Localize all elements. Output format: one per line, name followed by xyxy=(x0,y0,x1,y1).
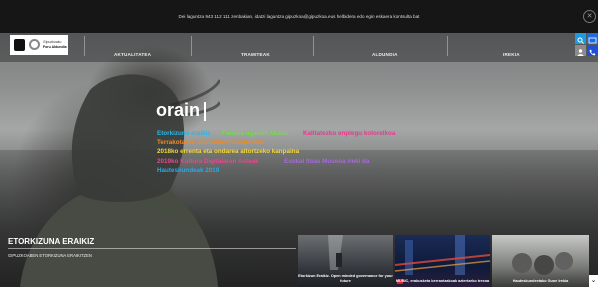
help-message: Dei laguntza 943 112 111 zenbakian, idat… xyxy=(178,14,420,19)
search-icon[interactable] xyxy=(575,33,586,44)
tagline-terrakota[interactable]: Terrakotazko soldaduen erakusketa xyxy=(157,139,264,146)
tagline-familia[interactable]: Familia ugarien Mulua xyxy=(222,130,288,137)
section-subtitle: GIPUZKOABEN ETORKIZUNA ERAIKITZEN xyxy=(8,253,92,258)
nav-item-irekia[interactable]: IREKIA xyxy=(503,52,520,57)
tagline-enplegu[interactable]: Kalitatezko enplegu kolorelkoa xyxy=(303,130,395,137)
section-title[interactable]: ETORKIZUNA ERAIKIZ xyxy=(8,237,94,246)
nav-separator xyxy=(191,36,192,56)
chevron-down-icon[interactable]: ⌄ xyxy=(589,275,598,287)
logo-line2: Foru Aldundia xyxy=(43,45,67,49)
tagline-itsas-museoa[interactable]: Euskal Itsas Museoa ireki da xyxy=(284,158,369,165)
phone-icon[interactable] xyxy=(587,45,598,56)
text-cursor xyxy=(204,102,206,121)
user-icon[interactable] xyxy=(575,45,586,56)
tagline-kultura[interactable]: 2019ko Kultura Digitalaren Asteak xyxy=(157,158,259,165)
thumbnail-caption: Hauteskundeetako Gune Irekia xyxy=(512,279,569,283)
tagline-hauteskundeak[interactable]: Hauteskundeak 2019 xyxy=(157,167,219,174)
logo-circle-icon xyxy=(29,39,40,50)
nav-item-aktualitatea[interactable]: AKTUALITATEA xyxy=(114,52,151,57)
logo-line1: Gipuzkoako xyxy=(43,40,62,44)
shield-icon xyxy=(14,39,25,51)
tagline-etorkizuna[interactable]: Etorkizuna eraikiz xyxy=(157,130,211,137)
thumbnail-hauteskundeak[interactable]: Hauteskundeetako Gune Irekia xyxy=(492,235,589,287)
section-divider xyxy=(8,248,296,249)
tagline-errenta[interactable]: 2018ko errenta eta ondarea aitortzeko ka… xyxy=(157,148,299,155)
thumbnail-caption: Etorkizun Eraikiz. Open minded governanc… xyxy=(298,274,393,283)
close-icon[interactable]: ✕ xyxy=(583,10,596,23)
main-nav xyxy=(0,33,598,62)
thumbnail-mubic[interactable]: MUBIC, erakusketa berrantzakoak aztertze… xyxy=(395,235,490,287)
hero-heading: orain xyxy=(156,100,201,120)
nav-separator xyxy=(313,36,314,56)
thumbnail-caption: MUBIC, erakusketa berrantzakoak aztertze… xyxy=(395,279,490,283)
mail-icon[interactable] xyxy=(587,33,598,44)
nav-item-aldundia[interactable]: ALDUNDIA xyxy=(372,52,398,57)
help-bar: Dei laguntza 943 112 111 zenbakian, idat… xyxy=(0,0,598,33)
nav-item-tramiteak[interactable]: TRAMITEAK xyxy=(241,52,270,57)
site-logo[interactable]: Gipuzkoako Foru Aldundia xyxy=(10,35,68,55)
nav-separator xyxy=(447,36,448,56)
thumbnail-etorkizun[interactable]: Etorkizun Eraikiz. Open minded governanc… xyxy=(298,235,393,287)
nav-separator xyxy=(84,36,85,56)
